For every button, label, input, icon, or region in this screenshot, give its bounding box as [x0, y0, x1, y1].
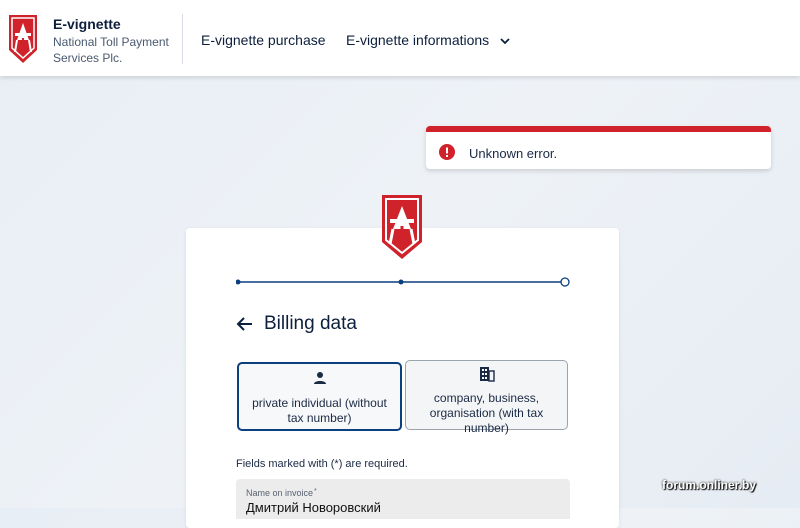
required-mark: * — [314, 488, 317, 495]
error-alert: Unknown error. — [426, 126, 771, 169]
logo-shield-icon[interactable] — [8, 14, 38, 64]
option-label: company, business, organisation (with ta… — [429, 391, 544, 435]
alert-message: Unknown error. — [469, 146, 558, 161]
stepper-dot-3 — [560, 277, 570, 287]
page-title: Billing data — [264, 313, 357, 334]
brand-subtitle: National Toll Payment Services Plc. — [53, 35, 169, 65]
header-divider — [182, 14, 183, 64]
progress-stepper — [236, 277, 570, 287]
required-fields-note: Fields marked with (*) are required. — [236, 458, 408, 470]
watermark: forum.onliner.by — [662, 478, 757, 492]
nav-label: E-vignette informations — [346, 32, 490, 48]
error-icon — [439, 144, 455, 160]
option-private-individual[interactable]: private individual (without tax number) — [237, 362, 402, 431]
building-icon — [479, 367, 495, 382]
option-company[interactable]: company, business, organisation (with ta… — [405, 360, 568, 435]
stepper-dot-1 — [236, 279, 241, 285]
name-on-invoice-field[interactable]: Name on invoice* Дмитрий Новоровский — [236, 479, 570, 519]
chevron-down-icon — [500, 38, 510, 45]
top-header: E-vignette National Toll Payment Service… — [0, 0, 800, 76]
logo-shield-icon — [382, 195, 422, 259]
option-label: private individual (without tax number) — [252, 396, 387, 425]
nav-e-vignette-informations[interactable]: E-vignette informations — [346, 32, 511, 48]
back-arrow-icon[interactable] — [236, 315, 254, 333]
brand-title: E-vignette — [53, 16, 121, 32]
stepper-dot-2 — [398, 279, 404, 285]
nav-e-vignette-purchase[interactable]: E-vignette purchase — [201, 32, 326, 48]
person-icon — [313, 372, 326, 384]
nav-label: E-vignette purchase — [201, 32, 326, 48]
field-label: Name on invoice* — [246, 488, 317, 498]
